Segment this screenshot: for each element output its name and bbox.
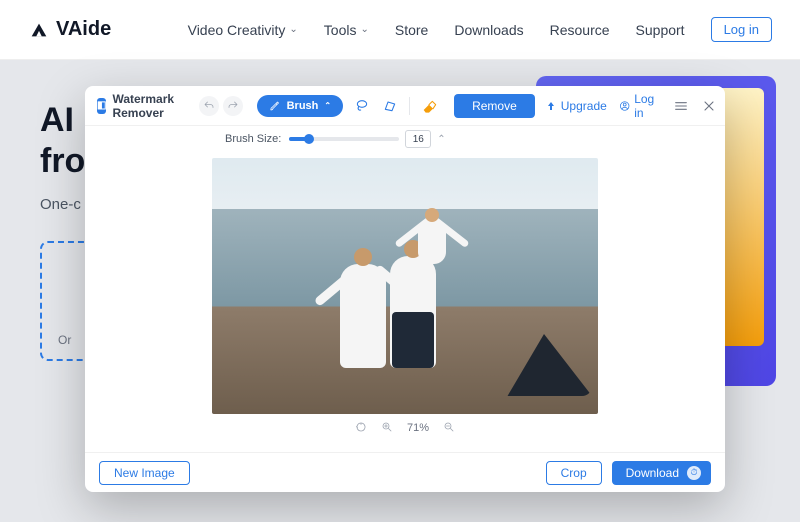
menu-button[interactable] bbox=[673, 97, 689, 115]
fit-button[interactable] bbox=[355, 421, 367, 436]
menu-icon bbox=[673, 98, 689, 114]
redo-icon bbox=[227, 100, 239, 112]
upgrade-icon bbox=[545, 100, 557, 112]
canvas-area: 71% bbox=[85, 152, 725, 452]
undo-icon bbox=[203, 100, 215, 112]
brush-size-row: Brush Size: 16 ⌃ bbox=[85, 126, 725, 152]
logo-icon bbox=[28, 19, 50, 41]
chevron-down-icon: ⌄ bbox=[289, 24, 297, 35]
brush-tool-button[interactable]: Brush ⌃ bbox=[257, 95, 343, 117]
brush-size-value[interactable]: 16 bbox=[405, 130, 431, 148]
close-icon bbox=[701, 98, 717, 114]
brand-logo[interactable]: VAide bbox=[28, 18, 111, 41]
brush-size-slider[interactable] bbox=[289, 137, 399, 141]
canvas-image[interactable] bbox=[212, 158, 598, 414]
crop-button[interactable]: Crop bbox=[546, 461, 602, 485]
brand-text: VAide bbox=[56, 18, 111, 41]
site-login-button[interactable]: Log in bbox=[711, 17, 772, 42]
polygon-icon bbox=[382, 98, 398, 114]
new-image-button[interactable]: New Image bbox=[99, 461, 190, 485]
modal-login-link[interactable]: Log in bbox=[619, 92, 661, 120]
upgrade-link[interactable]: Upgrade bbox=[545, 99, 607, 113]
undo-button[interactable] bbox=[199, 96, 219, 116]
redo-button[interactable] bbox=[223, 96, 243, 116]
nav-support[interactable]: Support bbox=[636, 22, 685, 38]
close-button[interactable] bbox=[701, 97, 717, 115]
zoom-in-button[interactable] bbox=[381, 421, 393, 436]
remove-button[interactable]: Remove bbox=[454, 94, 535, 118]
app-title: ◧ Watermark Remover bbox=[97, 92, 181, 120]
brush-size-collapse[interactable]: ⌃ bbox=[437, 134, 451, 145]
separator bbox=[409, 97, 410, 115]
history-buttons bbox=[199, 96, 243, 116]
zoom-out-icon bbox=[443, 421, 455, 433]
nav-store[interactable]: Store bbox=[395, 22, 428, 38]
modal-footer: New Image Crop Download ⏱ bbox=[85, 452, 725, 492]
zoom-in-icon bbox=[381, 421, 393, 433]
eraser-icon bbox=[421, 98, 437, 114]
nav-downloads[interactable]: Downloads bbox=[454, 22, 523, 38]
chevron-up-icon: ⌃ bbox=[324, 101, 331, 110]
zoom-level: 71% bbox=[407, 422, 429, 434]
lasso-icon bbox=[354, 98, 370, 114]
download-icon: ⏱ bbox=[687, 466, 701, 480]
user-icon bbox=[619, 99, 630, 113]
polygon-tool-button[interactable] bbox=[381, 97, 399, 115]
zoom-out-button[interactable] bbox=[443, 421, 455, 436]
fit-icon bbox=[355, 421, 367, 433]
brush-icon bbox=[269, 100, 281, 112]
app-logo-icon: ◧ bbox=[97, 98, 106, 114]
nav-tools[interactable]: Tools ⌄ bbox=[324, 22, 369, 38]
modal-top-right: Upgrade Log in bbox=[545, 92, 717, 120]
watermark-remover-modal: ◧ Watermark Remover Brush ⌃ bbox=[85, 86, 725, 492]
download-button[interactable]: Download ⏱ bbox=[612, 461, 711, 485]
nav-video-creativity[interactable]: Video Creativity ⌄ bbox=[188, 22, 298, 38]
chevron-down-icon: ⌄ bbox=[360, 24, 368, 35]
main-nav: Video Creativity ⌄ Tools ⌄ Store Downloa… bbox=[188, 17, 772, 42]
brush-size-label: Brush Size: bbox=[225, 133, 281, 145]
tool-selector: Brush ⌃ bbox=[257, 95, 438, 117]
nav-resource[interactable]: Resource bbox=[550, 22, 610, 38]
zoom-controls: 71% bbox=[355, 414, 455, 442]
site-header: VAide Video Creativity ⌄ Tools ⌄ Store D… bbox=[0, 0, 800, 60]
modal-toolbar: ◧ Watermark Remover Brush ⌃ bbox=[85, 86, 725, 126]
lasso-tool-button[interactable] bbox=[353, 97, 371, 115]
eraser-tool-button[interactable] bbox=[420, 97, 438, 115]
